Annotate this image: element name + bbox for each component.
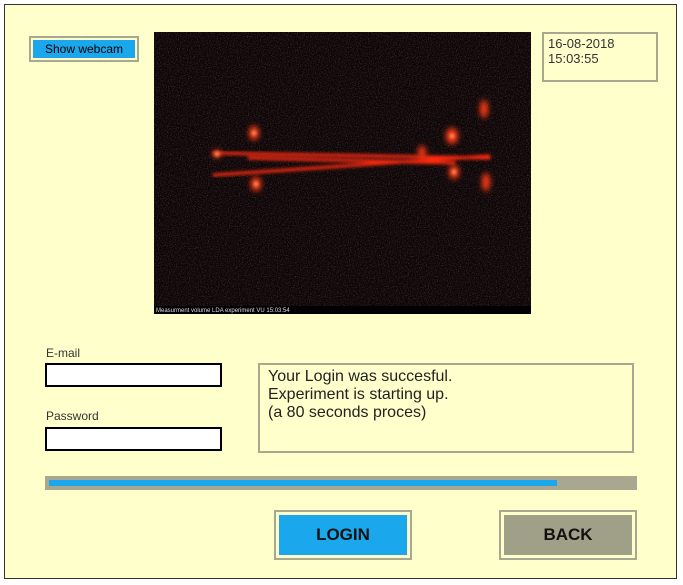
progress-bar [45,476,637,490]
login-button[interactable]: LOGIN [274,510,412,560]
webcam-image: Measurment volume LDA experiment VU 15:0… [154,32,531,314]
webcam-frame: Measurment volume LDA experiment VU 15:0… [154,32,531,314]
password-field[interactable] [45,427,222,451]
show-webcam-button[interactable]: Show webcam [29,36,139,62]
time-text: 15:03:55 [548,51,599,66]
progress-fill [49,480,558,486]
status-message-line: Your Login was succesful. [268,368,453,385]
back-button-label: BACK [504,515,632,555]
email-field[interactable] [45,363,222,387]
status-message-line: (a 80 seconds proces) [268,404,427,421]
login-button-label: LOGIN [279,515,407,555]
main-panel: Show webcam Measurment volume LDA experi… [4,4,677,579]
date-text: 16-08-2018 [548,36,615,51]
back-button[interactable]: BACK [499,510,637,560]
webcam-caption: Measurment volume LDA experiment VU 15:0… [156,308,290,314]
status-message-box: Your Login was succesful. Experiment is … [258,363,634,453]
password-label: Password [46,409,99,423]
status-message-line: Experiment is starting up. [268,386,449,403]
show-webcam-label: Show webcam [33,40,135,58]
datetime-display: 16-08-2018 15:03:55 [542,32,658,82]
email-label: E-mail [46,346,81,360]
